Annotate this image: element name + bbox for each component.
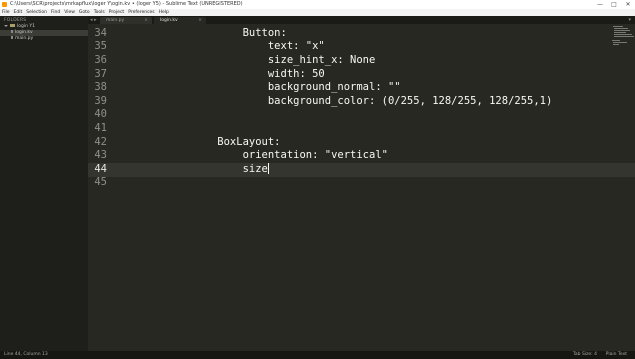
sidebar-item-main-py[interactable]: main.py xyxy=(0,36,88,42)
line-number: 34 xyxy=(94,26,107,39)
sidebar-header: FOLDERS xyxy=(4,18,27,23)
code-line: Button: xyxy=(192,26,287,39)
line-number: 38 xyxy=(94,81,107,94)
sidebar-item-label: login.kv xyxy=(15,30,33,35)
minimap[interactable] xyxy=(611,24,635,50)
sidebar: FOLDERS login Y1 login.kv main.py xyxy=(0,16,89,351)
menu-goto[interactable]: Goto xyxy=(79,9,90,16)
menu-view[interactable]: View xyxy=(64,9,75,16)
tab-main-py[interactable]: main.py × xyxy=(100,17,152,24)
folder-icon xyxy=(10,24,15,27)
current-line-highlight xyxy=(88,163,635,177)
tab-label: main.py xyxy=(106,18,125,23)
line-number: 43 xyxy=(94,149,107,162)
line-number: 35 xyxy=(94,40,107,53)
menu-file[interactable]: File xyxy=(2,9,10,16)
window-title: C:\Users\SCR\projects\mrkapflux\loger Y\… xyxy=(10,1,243,7)
tab-label: login.kv xyxy=(160,18,178,23)
code-line-text: size xyxy=(192,162,268,175)
sublime-app-icon xyxy=(2,2,7,7)
line-number: 37 xyxy=(94,67,107,80)
code-line: width: 50 xyxy=(192,67,325,80)
tab-nav-arrows[interactable]: ◂ ▸ xyxy=(90,16,97,24)
tab-bar: ◂ ▸ main.py × login.kv × ▾ xyxy=(88,16,635,24)
tab-login-kv[interactable]: login.kv × xyxy=(154,17,206,24)
line-number: 45 xyxy=(94,176,107,189)
code-line: text: "x" xyxy=(192,40,325,53)
menu-project[interactable]: Project xyxy=(109,9,124,16)
line-number: 39 xyxy=(94,94,107,107)
file-icon xyxy=(11,36,13,39)
line-number-current: 44 xyxy=(94,162,107,175)
menu-preferences[interactable]: Preferences xyxy=(128,9,154,16)
code-line: size_hint_x: None xyxy=(192,53,376,66)
text-cursor xyxy=(267,162,269,174)
line-number-gutter: 34 35 36 37 38 39 40 41 42 43 44 45 xyxy=(88,24,112,351)
line-number: 41 xyxy=(94,121,107,134)
menu-bar: File Edit Selection Find View Goto Tools… xyxy=(0,9,635,16)
menu-edit[interactable]: Edit xyxy=(14,9,23,16)
tab-close-icon[interactable]: × xyxy=(198,17,202,24)
close-window-button[interactable]: ✕ xyxy=(621,0,635,9)
menu-find[interactable]: Find xyxy=(51,9,60,16)
window-controls: — □ ✕ xyxy=(593,0,635,9)
tab-size-selector[interactable]: Tab Size: 4 xyxy=(573,351,597,359)
code-line: orientation: "vertical" xyxy=(192,149,388,162)
tab-close-icon[interactable]: × xyxy=(144,17,148,24)
code-line: background_color: (0/255, 128/255, 128/2… xyxy=(192,94,553,107)
code-line-current: size xyxy=(192,162,269,177)
file-icon xyxy=(11,30,13,33)
line-number: 42 xyxy=(94,135,107,148)
title-bar: C:\Users\SCR\projects\mrkapflux\loger Y\… xyxy=(0,0,635,9)
sidebar-item-label: main.py xyxy=(15,36,34,41)
status-bar: Line 44, Column 13 Tab Size: 4 Plain Tex… xyxy=(0,351,635,359)
line-number: 36 xyxy=(94,53,107,66)
maximize-button[interactable]: □ xyxy=(607,0,621,9)
menu-selection[interactable]: Selection xyxy=(26,9,47,16)
disclosure-triangle-icon[interactable] xyxy=(4,24,8,27)
menu-tools[interactable]: Tools xyxy=(94,9,105,16)
minimize-button[interactable]: — xyxy=(593,0,607,9)
cursor-position: Line 44, Column 13 xyxy=(4,352,48,357)
code-line: BoxLayout: xyxy=(192,135,281,148)
syntax-selector[interactable]: Plain Text xyxy=(606,351,627,359)
tab-menu-chevron-icon[interactable]: ▾ xyxy=(628,16,631,24)
code-editor[interactable]: 34 35 36 37 38 39 40 41 42 43 44 45 Butt… xyxy=(88,24,635,351)
sidebar-item-label: login Y1 xyxy=(17,24,36,29)
line-number: 40 xyxy=(94,108,107,121)
code-line: background_normal: "" xyxy=(192,81,401,94)
menu-help[interactable]: Help xyxy=(159,9,169,16)
